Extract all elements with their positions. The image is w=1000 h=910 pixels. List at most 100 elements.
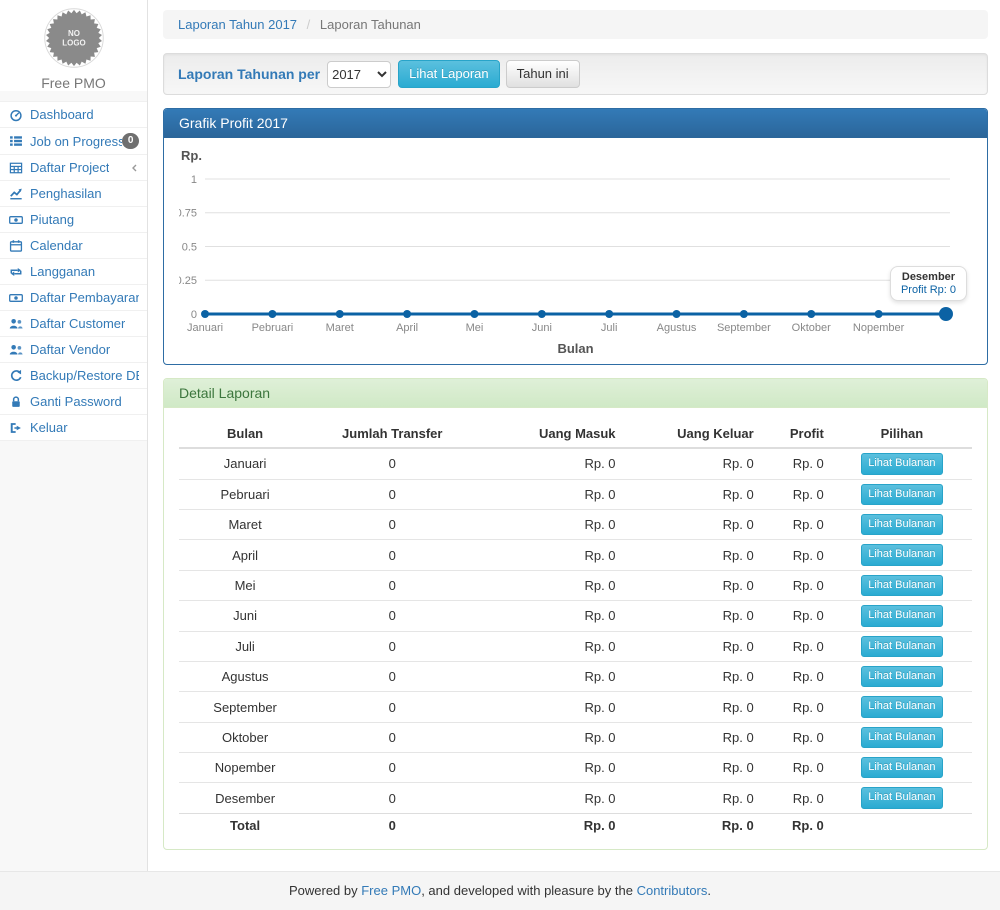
- no-logo-seal-icon: NOLOGO: [44, 8, 104, 68]
- chart-point-pebruari[interactable]: [268, 310, 276, 318]
- cell-jumlah_transfer: 0: [311, 448, 473, 479]
- chart-y-tick-label: 0.75: [179, 208, 197, 220]
- column-header-bulan: Bulan: [179, 420, 311, 448]
- chart-x-tick-label: Mei: [466, 322, 484, 334]
- cell-uang_masuk: Rp. 0: [473, 692, 623, 722]
- sidebar-item-daftar-project[interactable]: Daftar Project: [0, 155, 147, 181]
- sidebar-item-piutang[interactable]: Piutang: [0, 207, 147, 233]
- sidebar-item-ganti-password[interactable]: Ganti Password: [0, 389, 147, 415]
- cell-uang_masuk: Rp. 0: [473, 509, 623, 539]
- chart-point-mei[interactable]: [470, 310, 478, 318]
- dashboard-icon: [9, 108, 26, 122]
- sidebar-item-label: Job on Progress: [30, 134, 122, 149]
- chart-point-september[interactable]: [740, 310, 748, 318]
- sidebar-item-langganan[interactable]: Langganan: [0, 259, 147, 285]
- lihat-bulanan-button-april[interactable]: Lihat Bulanan: [861, 544, 942, 565]
- sidebar-item-backup-restore-db[interactable]: Backup/Restore DB: [0, 363, 147, 389]
- column-header-uang-keluar: Uang Keluar: [624, 420, 762, 448]
- tahun-ini-button[interactable]: Tahun ini: [506, 60, 580, 88]
- refresh-icon: [9, 369, 26, 383]
- total-cell-uang_masuk: Rp. 0: [473, 813, 623, 837]
- sidebar-item-keluar[interactable]: Keluar: [0, 415, 147, 441]
- table-row-september: September0Rp. 0Rp. 0Rp. 0Lihat Bulanan: [179, 692, 972, 722]
- sidebar-item-daftar-pembayaran[interactable]: Daftar Pembayaran: [0, 285, 147, 311]
- cell-profit: Rp. 0: [762, 479, 832, 509]
- chart-point-desember[interactable]: [939, 307, 953, 321]
- cell-uang_keluar: Rp. 0: [624, 601, 762, 631]
- sidebar-item-label: Keluar: [30, 420, 68, 435]
- lihat-bulanan-button-oktober[interactable]: Lihat Bulanan: [861, 727, 942, 748]
- total-cell-jumlah_transfer: 0: [311, 813, 473, 837]
- sidebar-item-dashboard[interactable]: Dashboard: [0, 102, 147, 128]
- table-row-mei: Mei0Rp. 0Rp. 0Rp. 0Lihat Bulanan: [179, 570, 972, 600]
- chart-point-nopember[interactable]: [875, 310, 883, 318]
- lihat-bulanan-button-september[interactable]: Lihat Bulanan: [861, 696, 942, 717]
- lihat-bulanan-button-nopember[interactable]: Lihat Bulanan: [861, 757, 942, 778]
- profit-chart-panel: Grafik Profit 2017 Rp. 10.750.50.250Janu…: [163, 108, 988, 365]
- users-icon: [9, 343, 26, 357]
- lihat-laporan-button[interactable]: Lihat Laporan: [398, 60, 500, 88]
- chart-tooltip-value: Profit Rp: 0: [901, 284, 956, 296]
- lihat-bulanan-button-pebruari[interactable]: Lihat Bulanan: [861, 484, 942, 505]
- cell-uang_keluar: Rp. 0: [624, 448, 762, 479]
- cell-uang_keluar: Rp. 0: [624, 783, 762, 813]
- lihat-bulanan-button-mei[interactable]: Lihat Bulanan: [861, 575, 942, 596]
- chart-point-januari[interactable]: [201, 310, 209, 318]
- lihat-bulanan-button-desember[interactable]: Lihat Bulanan: [861, 787, 942, 808]
- cell-profit: Rp. 0: [762, 692, 832, 722]
- chart-point-juli[interactable]: [605, 310, 613, 318]
- chart-area: Rp. 10.750.50.250JanuariPebruariMaretApr…: [164, 138, 987, 364]
- chart-x-tick-label: Agustus: [657, 322, 697, 334]
- sidebar-item-daftar-customer[interactable]: Daftar Customer: [0, 311, 147, 337]
- cell-jumlah_transfer: 0: [311, 753, 473, 783]
- sidebar-item-penghasilan[interactable]: Penghasilan: [0, 181, 147, 207]
- detail-report-panel: Detail Laporan BulanJumlah TransferUang …: [163, 378, 988, 850]
- lihat-bulanan-button-juli[interactable]: Lihat Bulanan: [861, 636, 942, 657]
- chart-point-april[interactable]: [403, 310, 411, 318]
- table-row-nopember: Nopember0Rp. 0Rp. 0Rp. 0Lihat Bulanan: [179, 753, 972, 783]
- breadcrumb-separator: /: [301, 17, 317, 32]
- chart-tooltip-title: Desember: [901, 271, 956, 283]
- page: NOLOGO Free PMO DashboardJob on Progress…: [0, 0, 1000, 910]
- chevron-left-icon: [130, 163, 139, 173]
- breadcrumb: Laporan Tahun 2017 / Laporan Tahunan: [163, 10, 988, 39]
- report-filter-form: Laporan Tahunan per 2017 Lihat Laporan T…: [163, 53, 988, 95]
- footer-text-middle: , and developed with pleasure by the: [421, 883, 636, 898]
- lihat-bulanan-button-januari[interactable]: Lihat Bulanan: [861, 453, 942, 474]
- cell-bulan: Juli: [179, 631, 311, 661]
- cell-jumlah_transfer: 0: [311, 661, 473, 691]
- sidebar-menu: DashboardJob on Progress0Daftar ProjectP…: [0, 101, 147, 441]
- table-row-oktober: Oktober0Rp. 0Rp. 0Rp. 0Lihat Bulanan: [179, 722, 972, 752]
- cell-uang_masuk: Rp. 0: [473, 753, 623, 783]
- chart-point-juni[interactable]: [538, 310, 546, 318]
- cell-uang_masuk: Rp. 0: [473, 661, 623, 691]
- sign-out-icon: [9, 421, 26, 435]
- chart-x-axis-label: Bulan: [179, 341, 972, 356]
- sidebar-item-daftar-vendor[interactable]: Daftar Vendor: [0, 337, 147, 363]
- sidebar-item-job-on-progress[interactable]: Job on Progress0: [0, 128, 147, 155]
- year-select[interactable]: 2017: [327, 61, 391, 88]
- cell-uang_keluar: Rp. 0: [624, 540, 762, 570]
- cell-uang_keluar: Rp. 0: [624, 631, 762, 661]
- chart-point-oktober[interactable]: [807, 310, 815, 318]
- lihat-bulanan-button-agustus[interactable]: Lihat Bulanan: [861, 666, 942, 687]
- cell-bulan: Maret: [179, 509, 311, 539]
- cell-bulan: Pebruari: [179, 479, 311, 509]
- footer-link-free-pmo[interactable]: Free PMO: [361, 883, 421, 898]
- cell-jumlah_transfer: 0: [311, 722, 473, 752]
- sidebar-item-calendar[interactable]: Calendar: [0, 233, 147, 259]
- cell-uang_masuk: Rp. 0: [473, 631, 623, 661]
- column-header-pilihan: Pilihan: [832, 420, 972, 448]
- chart-point-maret[interactable]: [336, 310, 344, 318]
- chart-point-agustus[interactable]: [673, 310, 681, 318]
- lihat-bulanan-button-maret[interactable]: Lihat Bulanan: [861, 514, 942, 535]
- breadcrumb-link-laporan-tahun[interactable]: Laporan Tahun 2017: [178, 17, 297, 32]
- cell-bulan: Desember: [179, 783, 311, 813]
- lihat-bulanan-button-juni[interactable]: Lihat Bulanan: [861, 605, 942, 626]
- detail-panel-title: Detail Laporan: [164, 379, 987, 408]
- footer-link-contributors[interactable]: Contributors: [637, 883, 708, 898]
- sidebar-item-label: Calendar: [30, 238, 83, 253]
- cell-bulan: Juni: [179, 601, 311, 631]
- cell-jumlah_transfer: 0: [311, 570, 473, 600]
- detail-report-table: BulanJumlah TransferUang MasukUang Kelua…: [179, 420, 972, 837]
